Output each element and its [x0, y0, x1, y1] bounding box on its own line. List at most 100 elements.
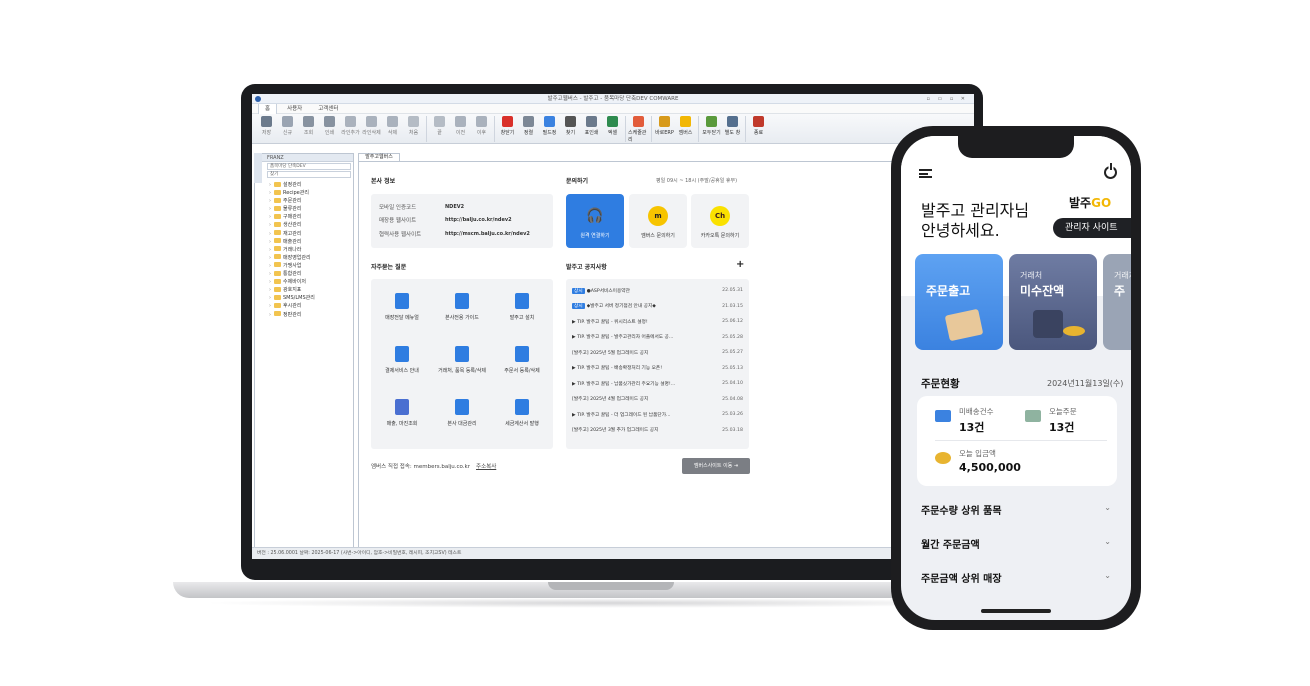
toolbar-button-2[interactable]: 조회: [298, 116, 319, 136]
menu-user[interactable]: 사용자: [281, 104, 308, 114]
notice-row[interactable]: [발주고] 2025년 4월 업그레이드 공지 25.04.08: [572, 392, 743, 408]
section-monthly-amount[interactable]: 월간 주문금액 ⌄: [921, 536, 1111, 551]
toolbar-button-9[interactable]: 이전: [450, 116, 471, 136]
toolbar-button-18[interactable]: 바로ERP: [654, 116, 675, 136]
doc-tab[interactable]: 발주고웹버스: [358, 153, 400, 161]
sidebar-item[interactable]: › 매장영업관리: [269, 254, 353, 262]
expand-arrow-icon[interactable]: ›: [269, 198, 271, 204]
toolbar-button-15[interactable]: 표인쇄: [581, 116, 602, 136]
faq-item[interactable]: 세금계산서 발행: [492, 399, 552, 427]
faq-item[interactable]: 주문서 등록/삭제: [492, 346, 552, 374]
toolbar-button-14[interactable]: 찾기: [560, 116, 581, 136]
copy-address-link[interactable]: 주소복사: [476, 464, 496, 470]
toolbar-button-6[interactable]: 삭제: [382, 116, 403, 136]
expand-arrow-icon[interactable]: ›: [269, 182, 271, 188]
remote-connect-button[interactable]: 🎧 원격 연결하기: [566, 194, 624, 248]
faq-item[interactable]: 매출, 마진조회: [372, 399, 432, 427]
menu-support[interactable]: 고객센터: [312, 104, 344, 114]
card-order-shipping[interactable]: 주문출고: [915, 254, 1003, 350]
sidebar-item[interactable]: › 설정관리: [269, 181, 353, 189]
members-inquiry-button[interactable]: m 엠버스 문의하기: [629, 194, 687, 248]
faq-item[interactable]: 발주고 설치: [492, 293, 552, 321]
toolbar-button-10[interactable]: 이후: [471, 116, 492, 136]
sidebar-item[interactable]: › 주문관리: [269, 197, 353, 205]
menu-home[interactable]: 홈: [258, 103, 278, 114]
expand-arrow-icon[interactable]: ›: [269, 287, 271, 293]
notice-row[interactable]: 상시 ◆발주고 서버 정기점검 안내 공지◆ 21.03.15: [572, 299, 743, 315]
toolbar-button-16[interactable]: 엑셀: [602, 116, 623, 136]
expand-arrow-icon[interactable]: ›: [269, 263, 271, 269]
notice-row[interactable]: 상시 ●ASP서비스이용약관 22.05.31: [572, 283, 743, 299]
notice-row[interactable]: [발주고] 2025년 3월 추가 업그레이드 공지 25.03.18: [572, 423, 743, 439]
sidebar-side-tabs[interactable]: [254, 153, 262, 183]
expand-arrow-icon[interactable]: ›: [269, 271, 271, 277]
expand-arrow-icon[interactable]: ›: [269, 295, 271, 301]
expand-arrow-icon[interactable]: ›: [269, 222, 271, 228]
sidebar-item[interactable]: › 정판관리: [269, 311, 353, 319]
toolbar-button-22[interactable]: 종료: [748, 116, 769, 136]
expand-arrow-icon[interactable]: ›: [269, 231, 271, 237]
notice-row[interactable]: ▶ TIP. 발주고 꿀팁 - 배송확정처리 기능 오픈! 25.05.13: [572, 361, 743, 377]
hamburger-menu-icon[interactable]: [919, 169, 932, 178]
notice-row[interactable]: ▶ TIP. 발주고 꿀팁 - 위시리스트 설정! 25.06.12: [572, 314, 743, 330]
sidebar-search[interactable]: 찾기: [267, 171, 351, 178]
faq-item[interactable]: 거래처, 품목 등록/삭제: [432, 346, 492, 374]
toolbar-button-17[interactable]: 스케줄관리: [628, 116, 649, 143]
expand-arrow-icon[interactable]: ›: [269, 190, 271, 196]
sidebar-item[interactable]: › 재고관리: [269, 230, 353, 238]
expand-arrow-icon[interactable]: ›: [269, 206, 271, 212]
toolbar-button-5[interactable]: 라인삭제: [361, 116, 382, 136]
toolbar-button-13[interactable]: 필드정: [539, 116, 560, 136]
sidebar-item[interactable]: › 가맹사업: [269, 262, 353, 270]
notice-add-button[interactable]: +: [736, 259, 744, 270]
sidebar-item[interactable]: › SMS/LMS관리: [269, 294, 353, 302]
sidebar-item[interactable]: › 구매관리: [269, 213, 353, 221]
toolbar-button-20[interactable]: 모두닫기: [701, 116, 722, 136]
notice-row[interactable]: ▶ TIP. 발주고 꿀팁 - 발주고관리자 어플에서도 공... 25.05.2…: [572, 330, 743, 346]
toolbar-button-8[interactable]: 끝: [429, 116, 450, 136]
toolbar-button-3[interactable]: 인쇄: [319, 116, 340, 136]
toolbar-button-21[interactable]: 별도 창: [722, 116, 743, 136]
card-receivables[interactable]: 거래처 미수잔액: [1009, 254, 1097, 350]
toolbar-button-12[interactable]: 정렬: [518, 116, 539, 136]
expand-arrow-icon[interactable]: ›: [269, 303, 271, 309]
notice-row[interactable]: ▶ TIP. 발주고 꿀팁 - 납품싯가관리 주요기능 설명!... 25.04.…: [572, 376, 743, 392]
expand-arrow-icon[interactable]: ›: [269, 214, 271, 220]
sidebar-item[interactable]: › 물류관리: [269, 205, 353, 213]
notice-row[interactable]: ▶ TIP. 발주고 꿀팁 - 더 업그레이드 된 납품단가... 25.03.2…: [572, 407, 743, 423]
toolbar-button-4[interactable]: 라인추가: [340, 116, 361, 136]
sidebar-item[interactable]: › 통합관리: [269, 270, 353, 278]
sidebar-item[interactable]: › 수제바이저: [269, 278, 353, 286]
sidebar-item[interactable]: › 생산관리: [269, 221, 353, 229]
faq-item[interactable]: 결제서비스 안내: [372, 346, 432, 374]
sidebar-item[interactable]: › 후시관리: [269, 302, 353, 310]
section-top-items[interactable]: 주문수량 상위 품목 ⌄: [921, 502, 1111, 517]
card-partial[interactable]: 거래처 주: [1103, 254, 1131, 350]
members-site-button[interactable]: 엠버스사이트 이동 ⇥: [682, 458, 750, 474]
sidebar-item[interactable]: › 매출관리: [269, 238, 353, 246]
power-icon[interactable]: [1104, 163, 1117, 179]
toolbar-button-1[interactable]: 신규: [277, 116, 298, 136]
notice-row[interactable]: [발주고] 2025년 5월 업그레이드 공지 25.05.27: [572, 345, 743, 361]
company-select[interactable]: 품목마당 단축DEV: [267, 163, 351, 170]
expand-arrow-icon[interactable]: ›: [269, 247, 271, 253]
section-top-stores[interactable]: 주문금액 상위 매장 ⌄: [921, 570, 1111, 585]
expand-arrow-icon[interactable]: ›: [269, 312, 271, 318]
toolbar-button-19[interactable]: 엠버스: [675, 116, 696, 136]
store-site-link[interactable]: http://balju.co.kr/ndev2: [445, 217, 512, 223]
toolbar-button-0[interactable]: 저장: [256, 116, 277, 136]
faq-item[interactable]: 본사 대금관리: [432, 399, 492, 427]
sidebar-item[interactable]: › 거래나라: [269, 246, 353, 254]
kakao-inquiry-button[interactable]: Ch 카카오톡 문의하기: [691, 194, 749, 248]
admin-site-button[interactable]: 관리자 사이트: [1053, 218, 1131, 238]
toolbar-button-7[interactable]: 처음: [403, 116, 424, 136]
expand-arrow-icon[interactable]: ›: [269, 279, 271, 285]
toolbar-button-11[interactable]: 창닫기: [497, 116, 518, 136]
partner-site-link[interactable]: http://mscm.balju.co.kr/ndev2: [445, 231, 530, 237]
expand-arrow-icon[interactable]: ›: [269, 239, 271, 245]
faq-item[interactable]: 본사전용 가이드: [432, 293, 492, 321]
sidebar-item[interactable]: › Recipe관리: [269, 189, 353, 197]
expand-arrow-icon[interactable]: ›: [269, 255, 271, 261]
faq-item[interactable]: 매장전달 메뉴얼: [372, 293, 432, 321]
sidebar-item[interactable]: › 광호지표: [269, 286, 353, 294]
